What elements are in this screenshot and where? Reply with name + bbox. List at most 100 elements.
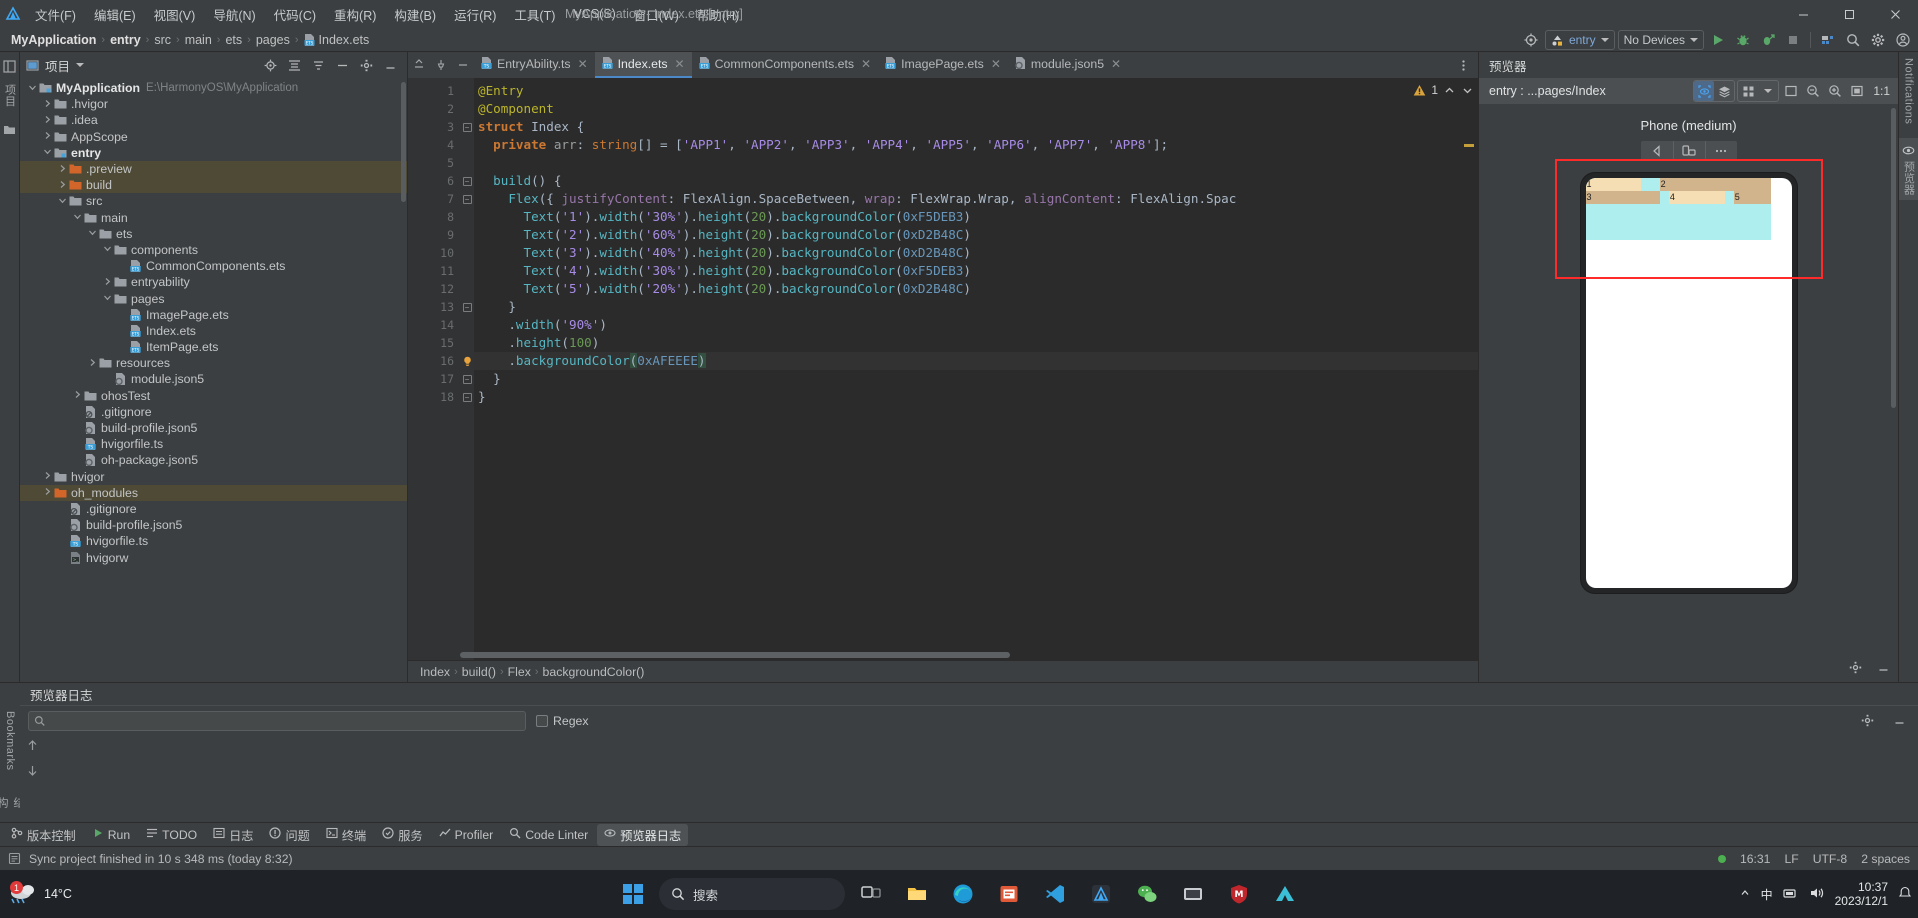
mcafee-icon[interactable]: M: [1219, 874, 1259, 914]
editor-warning-marker[interactable]: [1464, 144, 1474, 147]
tray-expand-icon[interactable]: [1739, 887, 1751, 902]
regex-checkbox[interactable]: [536, 714, 548, 727]
minimize-button[interactable]: [1780, 0, 1826, 28]
menu-item-edit[interactable]: 编辑(E): [85, 2, 145, 27]
rotate-icon[interactable]: [1672, 141, 1705, 161]
fold-marker[interactable]: −: [460, 298, 474, 316]
tree-expand-arrow[interactable]: [41, 131, 53, 142]
pane-minimize-icon[interactable]: [379, 54, 401, 76]
file-explorer-icon[interactable]: [897, 874, 937, 914]
taskbar-weather[interactable]: 1 14°C: [0, 879, 72, 909]
tree-node-build[interactable]: build: [20, 177, 407, 194]
next-problem-icon[interactable]: [1461, 84, 1474, 97]
bookmarks-label[interactable]: Bookmarks: [4, 711, 16, 771]
hide-editor-icon[interactable]: [452, 52, 474, 78]
fold-marker[interactable]: [460, 226, 474, 244]
prev-problem-icon[interactable]: [1443, 84, 1456, 97]
edge-icon[interactable]: [943, 874, 983, 914]
tab-scroll-icon[interactable]: [408, 52, 430, 78]
tree-expand-arrow[interactable]: [26, 83, 38, 94]
tree-expand-arrow[interactable]: [71, 390, 83, 401]
tree-node--idea[interactable]: .idea: [20, 112, 407, 128]
tool-window-button-terminal[interactable]: 终端: [319, 824, 373, 846]
code-line-1[interactable]: @Entry: [474, 82, 1478, 100]
status-encoding[interactable]: UTF-8: [1813, 852, 1848, 866]
code-line-13[interactable]: }: [474, 298, 1478, 316]
tree-node-oh-package-json5[interactable]: oh-package.json5: [20, 452, 407, 468]
log-minimize-icon[interactable]: [1888, 710, 1910, 732]
tree-node-pages[interactable]: pages: [20, 290, 407, 306]
profile-debug-icon[interactable]: [1757, 29, 1779, 51]
tray-volume-icon[interactable]: [1809, 886, 1825, 903]
fold-marker[interactable]: [460, 316, 474, 334]
vscode-icon[interactable]: [1035, 874, 1075, 914]
tree-node-hvigorfile-ts[interactable]: TS hvigorfile.ts: [20, 533, 407, 549]
status-line-separator[interactable]: LF: [1784, 852, 1798, 866]
code-line-6[interactable]: build() {: [474, 172, 1478, 190]
tree-node-imagepage-ets[interactable]: ETS ImagePage.ets: [20, 307, 407, 323]
breadcrumb-src[interactable]: src: [151, 33, 174, 47]
tool-window-button-todo[interactable]: TODO: [139, 825, 204, 844]
fold-marker[interactable]: [460, 334, 474, 352]
project-tree[interactable]: MyApplication E:\HarmonyOS\MyApplication.…: [20, 78, 407, 682]
right-strip-previewer-section[interactable]: 预览器: [1898, 138, 1918, 200]
tool-window-button-profiler[interactable]: Profiler: [432, 825, 501, 844]
tree-node-main[interactable]: main: [20, 210, 407, 226]
more-icon[interactable]: [1704, 141, 1737, 161]
search-everywhere-icon[interactable]: [1842, 29, 1864, 51]
fold-marker[interactable]: −: [460, 388, 474, 406]
log-search-input[interactable]: [49, 713, 520, 728]
previewer-minimize-icon[interactable]: [1872, 656, 1894, 678]
close-tab-icon[interactable]: ✕: [861, 57, 871, 71]
stop-icon[interactable]: [1782, 29, 1804, 51]
menu-item-view[interactable]: 视图(V): [145, 2, 205, 27]
tree-node-module-json5[interactable]: module.json5: [20, 371, 407, 387]
breadcrumb-entry[interactable]: entry: [107, 33, 144, 47]
drive-icon[interactable]: [1265, 874, 1305, 914]
code-line-10[interactable]: Text('3').width('40%').height(20).backgr…: [474, 244, 1478, 262]
inspection-widget[interactable]: 1: [1413, 83, 1474, 97]
log-output-area[interactable]: [20, 735, 1918, 822]
editor-breadcrumb-flex[interactable]: Flex: [508, 665, 531, 679]
menu-item-build[interactable]: 构建(B): [385, 2, 445, 27]
pane-settings-icon[interactable]: [355, 54, 377, 76]
fold-marker[interactable]: [460, 208, 474, 226]
notification-bell-icon[interactable]: [1898, 886, 1912, 903]
tree-node-ets[interactable]: ets: [20, 226, 407, 242]
breadcrumb-main[interactable]: main: [182, 33, 215, 47]
code-line-2[interactable]: @Component: [474, 100, 1478, 118]
tree-expand-arrow[interactable]: [56, 180, 68, 191]
status-indent[interactable]: 2 spaces: [1861, 852, 1910, 866]
breadcrumb-pages[interactable]: pages: [253, 33, 293, 47]
tree-node-hvigorfile-ts[interactable]: TS hvigorfile.ts: [20, 436, 407, 452]
code-content[interactable]: @Entry @Component struct Index { private a…: [474, 78, 1478, 660]
preview-eye-icon[interactable]: [1901, 142, 1917, 158]
tree-node--hvigor[interactable]: .hvigor: [20, 96, 407, 112]
tree-expand-arrow[interactable]: [101, 293, 113, 304]
menu-item-refactor[interactable]: 重构(R): [325, 2, 385, 27]
debug-icon[interactable]: [1732, 29, 1754, 51]
project-tool-icon[interactable]: [2, 58, 18, 74]
tree-expand-arrow[interactable]: [41, 471, 53, 482]
collapse-all-icon[interactable]: [283, 54, 305, 76]
editor-breadcrumb-build[interactable]: build(): [462, 665, 496, 679]
tree-expand-arrow[interactable]: [41, 99, 53, 110]
menu-item-code[interactable]: 代码(C): [265, 2, 325, 27]
fold-marker[interactable]: [460, 100, 474, 118]
tree-expand-arrow[interactable]: [86, 228, 98, 239]
tree-expand-arrow[interactable]: [101, 244, 113, 255]
chevron-down-icon[interactable]: [76, 63, 85, 67]
tree-expand-arrow[interactable]: [56, 164, 68, 175]
tree-expand-arrow[interactable]: [41, 147, 53, 158]
code-editor[interactable]: 1 2 3 4 5 6 7 8 9 10 11 12 13 14 15 16 17 18 − − − − − − @Entr…: [408, 78, 1478, 660]
more-options-icon[interactable]: [1452, 54, 1474, 76]
sort-icon[interactable]: [307, 54, 329, 76]
locate-icon[interactable]: [259, 54, 281, 76]
breadcrumb-myapplication[interactable]: MyApplication: [8, 33, 99, 47]
code-line-11[interactable]: Text('4').width('30%').height(20).backgr…: [474, 262, 1478, 280]
back-icon[interactable]: [1641, 141, 1673, 161]
pin-tab-icon[interactable]: [430, 52, 452, 78]
fold-marker[interactable]: −: [460, 370, 474, 388]
editor-breadcrumb-backgroundcolor[interactable]: backgroundColor(): [543, 665, 645, 679]
actual-size-icon[interactable]: [1847, 81, 1867, 101]
